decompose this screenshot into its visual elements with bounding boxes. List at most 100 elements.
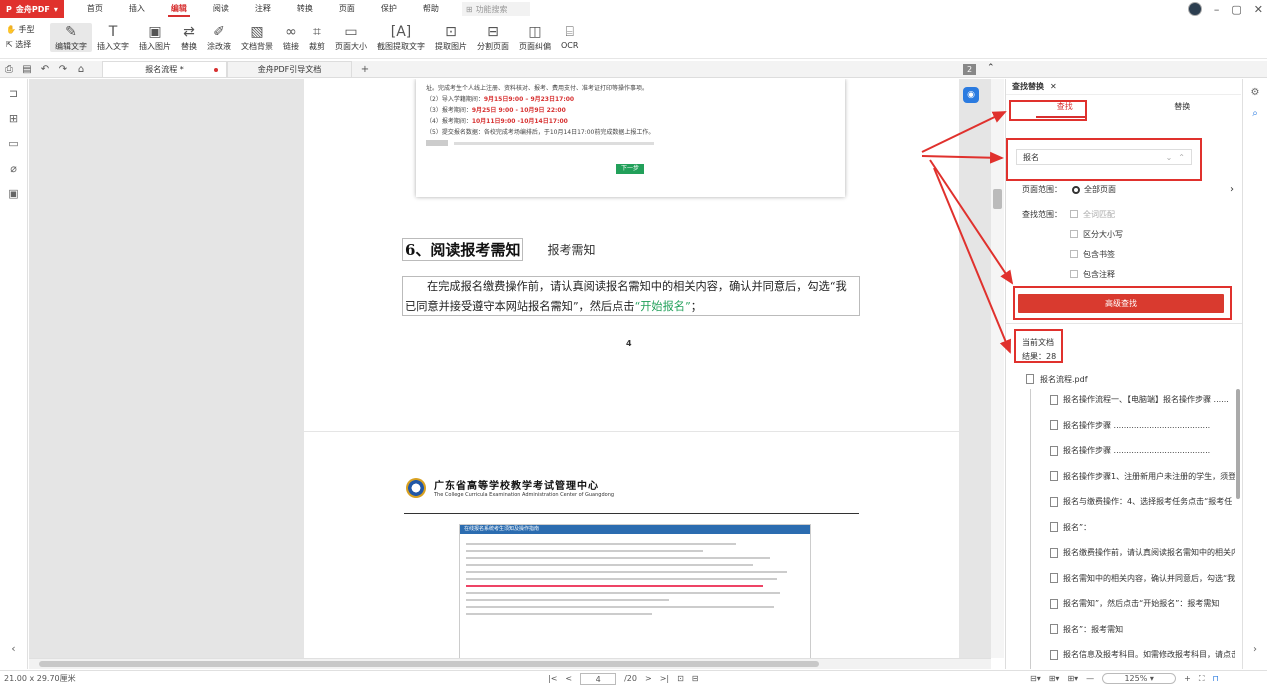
last-page-icon[interactable]: >| (660, 674, 669, 683)
thumbnail-icon[interactable]: ⊞ (9, 112, 18, 125)
doc-background-tool[interactable]: ▧ 文档背景 (236, 23, 278, 52)
ocr-tool[interactable]: ⌸ OCR (556, 23, 583, 50)
save-icon[interactable]: ▤ (18, 64, 36, 75)
menu-annotate[interactable]: 注释 (242, 0, 284, 18)
option-include-comments[interactable]: 包含注释 (1070, 264, 1123, 284)
pin-icon[interactable]: ⊓ (1212, 674, 1218, 683)
horizontal-scrollbar[interactable] (29, 658, 991, 669)
result-item[interactable]: 报名与缴费操作：4、选择报考任务点击“报考任 (1006, 489, 1235, 515)
fullscreen-icon[interactable]: ⛶ (1199, 674, 1205, 684)
result-item[interactable]: 报名操作步骤 .................................… (1006, 438, 1235, 464)
replace-tool[interactable]: ⇄ 替换 (176, 23, 202, 52)
print-icon[interactable]: ⎙ (0, 64, 18, 75)
page-size-tool[interactable]: ▭ 页面大小 (330, 23, 372, 52)
chevron-right-icon[interactable]: › (1230, 184, 1234, 195)
zoom-select[interactable]: 125% ▾ (1102, 673, 1177, 684)
result-item[interactable]: 报名需知”，然后点击“开始报名”：报考需知 (1006, 591, 1235, 617)
option-case-sensitive[interactable]: 区分大小写 (1070, 224, 1123, 244)
zoom-out-icon[interactable]: — (1086, 674, 1094, 683)
search-icon[interactable]: ⌕ (1252, 108, 1258, 119)
menu-insert[interactable]: 插入 (116, 0, 158, 18)
deskew-tool[interactable]: ◫ 页面纠偏 (514, 23, 556, 52)
first-page-icon[interactable]: |< (548, 674, 557, 683)
disabled-button (426, 140, 448, 146)
hand-tool[interactable]: ✋ 手型 (6, 23, 50, 36)
scroll-mode-icon[interactable]: ⊞▾ (1067, 674, 1078, 683)
result-item[interactable]: 报名缴费操作前，请认真阅读报名需知中的相关内 (1006, 540, 1235, 566)
next-page-icon[interactable]: > (645, 674, 652, 683)
paragraph-box[interactable]: 在完成报名缴费操作前，请认真阅读报名需知中的相关内容，确认并同意后，勾选“我已同… (402, 276, 860, 316)
whiteout-tool[interactable]: ✐ 涂改液 (202, 23, 236, 52)
zoom-in-icon[interactable]: + (1184, 674, 1191, 683)
result-file[interactable]: 报名流程.pdf (1006, 371, 1235, 387)
expand-right-icon[interactable]: › (1253, 644, 1257, 655)
panel-tab-title: 查找替换 (1012, 82, 1044, 91)
option-include-bookmarks[interactable]: 包含书签 (1070, 244, 1123, 264)
avatar[interactable] (1187, 2, 1202, 16)
restore-icon[interactable]: ▢ (1231, 3, 1241, 16)
page-layout-icon[interactable]: ⊞▾ (1049, 674, 1060, 683)
insert-image-tool[interactable]: ▣ 插入图片 (134, 23, 176, 52)
menu-page[interactable]: 页面 (326, 0, 368, 18)
menu-home[interactable]: 首页 (74, 0, 116, 18)
edit-text-tool[interactable]: ✎ 编辑文字 (50, 23, 92, 52)
prev-page-icon[interactable]: < (565, 674, 572, 683)
menu-protect[interactable]: 保护 (368, 0, 410, 18)
fit-width-icon[interactable]: ⊟ (692, 674, 699, 683)
checkbox-icon (1070, 270, 1078, 278)
close-panel-icon[interactable]: ✕ (1050, 82, 1057, 91)
page-range-value[interactable]: 全部页面 (1084, 184, 1116, 195)
result-item[interactable]: 报名操作步骤 .................................… (1006, 413, 1235, 439)
tab-replace[interactable]: 替换 (1124, 101, 1242, 112)
results-scrollbar[interactable] (1236, 389, 1240, 499)
result-item[interactable]: 报名信息及报考科目。如需修改报考科目，请点击 (1006, 642, 1235, 668)
edit-toolbar: ✋ 手型 ⇱ 选择 ✎ 编辑文字 T 插入文字 ▣ 插入图片 ⇄ 替换 ✐ 涂改液 ▧ 文档… (0, 18, 1267, 59)
bookmark-icon[interactable]: ⊐ (9, 87, 18, 100)
settings-sliders-icon[interactable]: ⚙ (1251, 87, 1260, 98)
feature-search[interactable]: ⊞ 功能搜索 (461, 2, 530, 16)
comment-icon[interactable]: ▭ (8, 137, 18, 150)
add-tab-icon[interactable]: + (356, 64, 374, 75)
menu-convert[interactable]: 转换 (284, 0, 326, 18)
view-mode-icon[interactable]: ⊟▾ (1030, 674, 1041, 683)
result-item[interactable]: 报名操作流程一、【电脑端】报名操作步骤 ...... (1006, 387, 1235, 413)
extract-image-tool[interactable]: ⊡ 提取图片 (430, 23, 472, 52)
undo-icon[interactable]: ↶ (36, 64, 54, 75)
crop-tool[interactable]: ⌗ 裁剪 (304, 23, 330, 52)
institution-subtitle: The College Curricula Examination Admini… (434, 492, 615, 498)
split-page-tool[interactable]: ⊟ 分割页面 (472, 23, 514, 52)
ai-assistant-icon[interactable]: ◉ (963, 87, 979, 103)
menu-edit[interactable]: 编辑 (158, 0, 200, 18)
tab-baoming[interactable]: 报名流程 * (102, 61, 227, 77)
home-icon[interactable]: ⌂ (72, 64, 90, 75)
insert-text-tool[interactable]: T 插入文字 (92, 23, 134, 52)
minimize-icon[interactable]: – (1214, 3, 1220, 16)
attachment-icon[interactable]: ⌀ (10, 162, 17, 175)
radio-selected-icon[interactable] (1072, 185, 1080, 194)
link-tool[interactable]: ∞ 链接 (278, 23, 304, 52)
select-tool[interactable]: ⇱ 选择 (6, 38, 50, 51)
hscroll-thumb[interactable] (39, 661, 819, 667)
scroll-thumb[interactable] (993, 189, 1002, 209)
option-whole-word[interactable]: 全词匹配 (1070, 204, 1123, 224)
tab-baoming-label: 报名流程 * (145, 65, 184, 74)
result-item[interactable]: 报名需知中的相关内容，确认并同意后，勾选“我 (1006, 566, 1235, 592)
collapse-icon[interactable]: ⌃ (987, 63, 995, 73)
page-input[interactable]: 4 (580, 672, 617, 685)
screenshot-ocr-tool[interactable]: [A] 截图提取文字 (372, 23, 430, 52)
redo-icon[interactable]: ↷ (54, 64, 72, 75)
close-icon[interactable]: ✕ (1254, 3, 1263, 16)
expand-left-icon[interactable]: ‹ (11, 642, 15, 655)
vertical-scrollbar[interactable] (991, 79, 1004, 658)
result-text: 报名缴费操作前，请认真阅读报名需知中的相关内 (1063, 548, 1235, 558)
document-viewport[interactable]: 址。完成考生个人线上注册、资料核对、报考、费用支付、准考证打印等操作事项。 （2… (29, 79, 991, 658)
result-item[interactable]: 报名操作步骤1、注册新用户未注册的学生，须登 (1006, 464, 1235, 490)
image-panel-icon[interactable]: ▣ (8, 187, 18, 200)
result-item[interactable]: 报名”： (1006, 515, 1235, 541)
menu-read[interactable]: 阅读 (200, 0, 242, 18)
tab-guide[interactable]: 金舟PDF引导文档 (227, 61, 352, 77)
app-logo[interactable]: P 金舟PDF ▾ (0, 0, 64, 18)
fit-page-icon[interactable]: ⊡ (677, 674, 684, 683)
result-item[interactable]: 报名”：报考需知 (1006, 617, 1235, 643)
menu-help[interactable]: 帮助 (410, 0, 452, 18)
